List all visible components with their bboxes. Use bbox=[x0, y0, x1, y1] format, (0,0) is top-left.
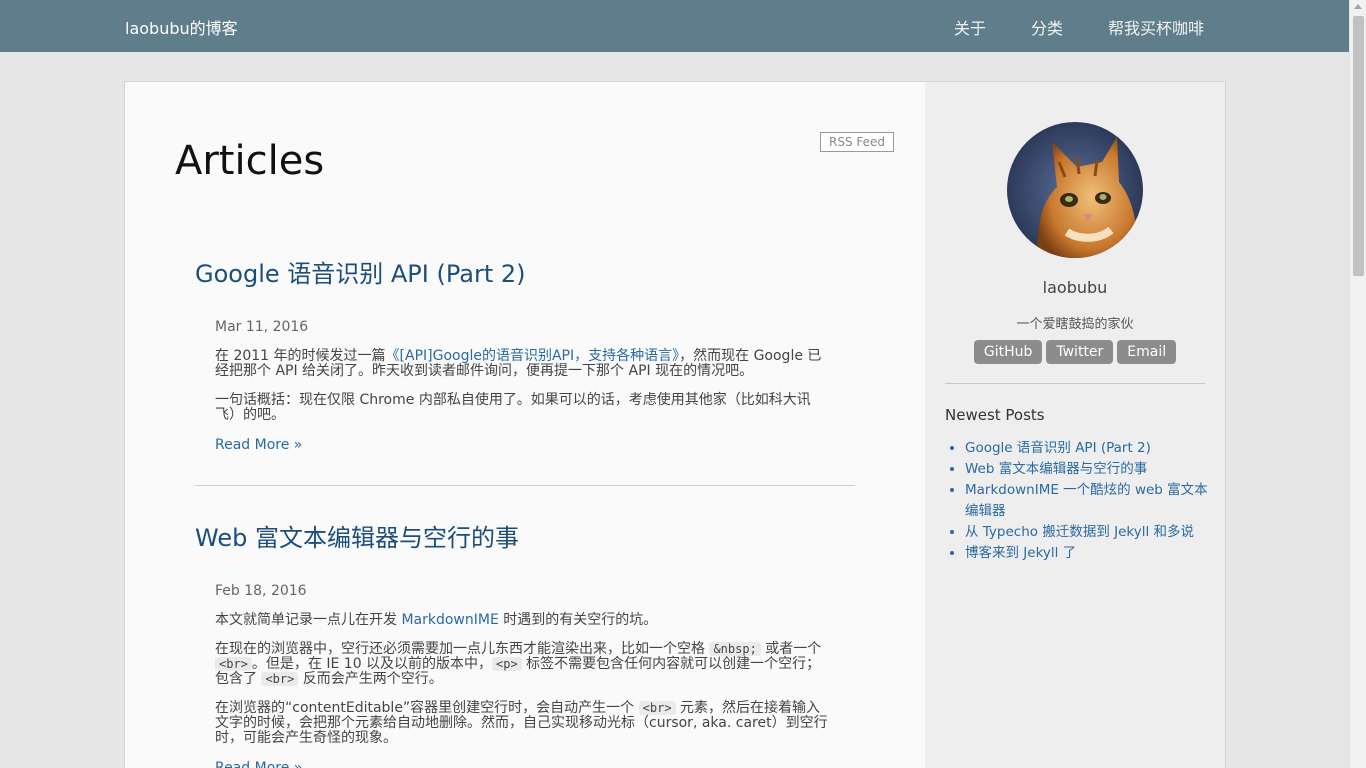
post-divider bbox=[195, 485, 855, 486]
main-content: Articles RSS Feed Google 语音识别 API (Part … bbox=[125, 82, 925, 768]
inline-code: <br> bbox=[638, 701, 676, 715]
top-navbar: laobubu的博客 关于 分类 帮我买杯咖啡 bbox=[0, 0, 1349, 52]
post-inline-link[interactable]: 《[API]Google的语音识别API，支持各种语言》 bbox=[386, 348, 680, 364]
kitten-avatar-image bbox=[1007, 122, 1143, 258]
inline-code: <br> bbox=[261, 672, 299, 686]
nav-about-link[interactable]: 关于 bbox=[954, 15, 986, 39]
list-item: 博客来到 Jekyll 了 bbox=[965, 543, 1210, 564]
list-item: Web 富文本编辑器与空行的事 bbox=[965, 459, 1210, 480]
list-item: 从 Typecho 搬迁数据到 Jekyll 和多说 bbox=[965, 522, 1210, 543]
author-name: laobubu bbox=[1042, 278, 1108, 297]
scrollbar-thumb[interactable] bbox=[1353, 16, 1364, 276]
newest-posts-list: Google 语音识别 API (Part 2) Web 富文本编辑器与空行的事… bbox=[965, 438, 1210, 564]
sidebar: laobubu 一个爱瞎鼓捣的家伙 GitHub Twitter Email N… bbox=[925, 82, 1225, 768]
list-item: MarkdownIME 一个酷炫的 web 富文本编辑器 bbox=[965, 480, 1210, 522]
author-tagline: 一个爱瞎鼓捣的家伙 bbox=[1016, 317, 1134, 332]
page-container: Articles RSS Feed Google 语音识别 API (Part … bbox=[124, 81, 1226, 768]
newest-posts-heading: Newest Posts bbox=[945, 406, 1045, 424]
newest-post-link[interactable]: MarkdownIME 一个酷炫的 web 富文本编辑器 bbox=[965, 482, 1208, 519]
social-links: GitHub Twitter Email bbox=[925, 340, 1225, 364]
post-item: Web 富文本编辑器与空行的事 Feb 18, 2016 本文就简单记录一点儿在… bbox=[195, 518, 855, 768]
post-paragraph: 本文就简单记录一点儿在开发 MarkdownIME 时遇到的有关空行的坑。 bbox=[215, 612, 658, 628]
post-title-link[interactable]: Web 富文本编辑器与空行的事 bbox=[195, 524, 519, 552]
post-date: Feb 18, 2016 bbox=[215, 583, 307, 599]
rss-feed-button[interactable]: RSS Feed bbox=[820, 132, 895, 152]
post-title-link[interactable]: Google 语音识别 API (Part 2) bbox=[195, 260, 526, 288]
sidebar-divider bbox=[945, 383, 1205, 384]
page-scrollbar[interactable] bbox=[1349, 0, 1366, 768]
post-paragraph: 一句话概括：现在仅限 Chrome 内部私自使用了。如果可以的话，考虑使用其他家… bbox=[215, 392, 811, 423]
nav-categories-link[interactable]: 分类 bbox=[1031, 15, 1063, 39]
post-inline-link[interactable]: MarkdownIME bbox=[401, 612, 498, 628]
read-more-link[interactable]: Read More » bbox=[215, 760, 302, 768]
post-paragraph: 在现在的浏览器中，空行还必须需要加一点儿东西才能渲染出来，比如一个空格 &nbs… bbox=[215, 641, 822, 687]
newest-post-link[interactable]: Web 富文本编辑器与空行的事 bbox=[965, 461, 1147, 477]
newest-post-link[interactable]: 博客来到 Jekyll 了 bbox=[965, 545, 1076, 561]
avatar bbox=[1007, 122, 1143, 258]
github-button[interactable]: GitHub bbox=[973, 340, 1043, 364]
newest-post-link[interactable]: 从 Typecho 搬迁数据到 Jekyll 和多说 bbox=[965, 524, 1194, 540]
post-date: Mar 11, 2016 bbox=[215, 319, 309, 335]
post-paragraph: 在 2011 年的时候发过一篇《[API]Google的语音识别API，支持各种… bbox=[215, 348, 822, 379]
page-title: Articles bbox=[175, 138, 325, 184]
list-item: Google 语音识别 API (Part 2) bbox=[965, 438, 1210, 459]
email-button[interactable]: Email bbox=[1117, 340, 1177, 364]
site-brand-link[interactable]: laobubu的博客 bbox=[125, 15, 238, 39]
post-item: Google 语音识别 API (Part 2) Mar 11, 2016 在 … bbox=[195, 254, 855, 453]
twitter-button[interactable]: Twitter bbox=[1046, 340, 1114, 364]
nav-coffee-link[interactable]: 帮我买杯咖啡 bbox=[1108, 15, 1204, 39]
inline-code: &nbsp; bbox=[709, 642, 761, 656]
newest-post-link[interactable]: Google 语音识别 API (Part 2) bbox=[965, 440, 1151, 456]
read-more-link[interactable]: Read More » bbox=[215, 437, 302, 453]
inline-code: <br> bbox=[215, 657, 252, 671]
post-paragraph: 在浏览器的“contentEditable”容器里创建空行时，会自动产生一个 <… bbox=[215, 700, 828, 746]
nav-links: 关于 分类 帮我买杯咖啡 bbox=[954, 15, 1204, 39]
scroll-up-arrow-icon[interactable] bbox=[1354, 4, 1362, 9]
inline-code: <p> bbox=[492, 657, 522, 671]
